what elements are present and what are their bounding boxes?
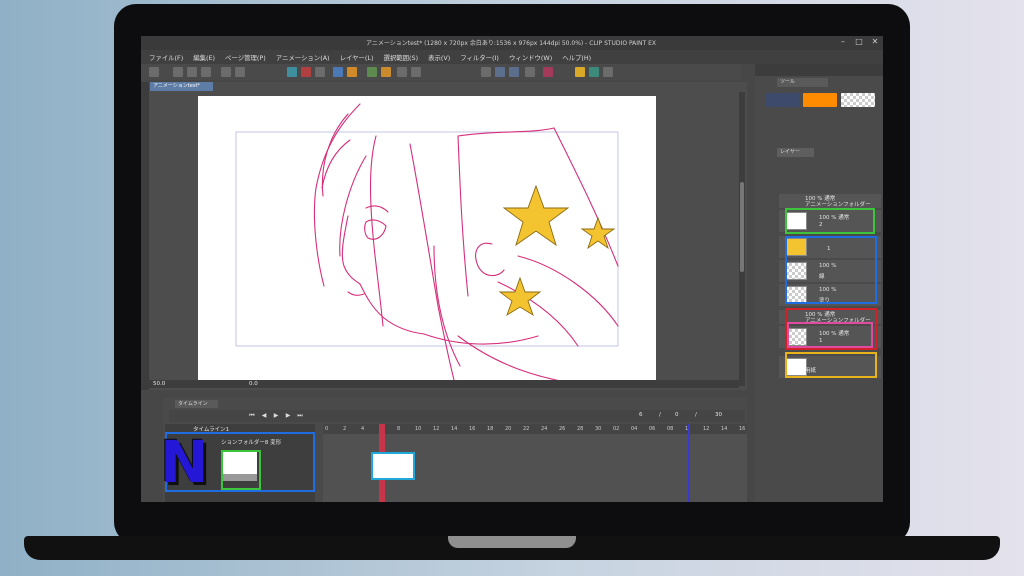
close-icon[interactable]: ✕ — [871, 38, 879, 46]
panel-header — [755, 64, 883, 76]
command-bar — [141, 64, 741, 80]
zoom-value[interactable]: 50.0 — [153, 381, 165, 387]
timeline-controls: ⏮ ◀ ▶ ▶ ⏭ 6 / 0 / 30 — [169, 410, 745, 422]
highlight-green — [785, 208, 875, 234]
panel-icon-2[interactable] — [589, 67, 599, 77]
main-color-swatch[interactable] — [765, 93, 799, 107]
timeline-tab[interactable]: タイムライン — [175, 400, 218, 408]
last-frame-icon[interactable]: ⏭ — [297, 413, 303, 419]
new-file-icon[interactable] — [149, 67, 159, 77]
layer-icon-3[interactable] — [397, 67, 407, 77]
end-marker — [688, 424, 690, 502]
menu-file[interactable]: ファイル(F) — [149, 53, 183, 62]
window-title: アニメーションtest* (1280 x 720px 余白あり:1536 x 9… — [365, 40, 657, 47]
layer-icon-4[interactable] — [411, 67, 421, 77]
menu-edit[interactable]: 編集(E) — [193, 53, 215, 62]
rotation-value[interactable]: 0.0 — [249, 381, 258, 387]
menu-selection[interactable]: 選択範囲(S) — [383, 53, 418, 62]
menu-window[interactable]: ウィンドウ(W) — [509, 53, 552, 62]
first-frame-icon[interactable]: ⏮ — [249, 413, 255, 419]
menu-filter[interactable]: フィルター(I) — [460, 53, 499, 62]
snap-icon-2[interactable] — [495, 67, 505, 77]
timeline-panel: タイムライン ⏮ ◀ ▶ ▶ ⏭ 6 / 0 / 30 タイムライン1 ションフ… — [163, 398, 747, 502]
fill-icon[interactable] — [347, 67, 357, 77]
right-panel: ツール レイヤー 100 % 通常 アニメーションフォルダー 100 % 通常 … — [755, 64, 883, 502]
document-tab[interactable]: アニメーションtest* — [150, 82, 213, 91]
sub-color-swatch[interactable] — [803, 93, 837, 107]
menu-animation[interactable]: アニメーション(A) — [276, 53, 330, 62]
maximize-icon[interactable]: □ — [855, 38, 863, 46]
frame-ruler: 0 2 4 6 8 10 12 14 16 18 20 22 24 26 28 … — [323, 424, 747, 434]
copy-icon[interactable] — [315, 67, 325, 77]
highlight-pink — [787, 322, 873, 348]
menu-view[interactable]: 表示(V) — [428, 53, 450, 62]
sketch-drawing — [235, 103, 619, 385]
menu-page[interactable]: ページ管理(P) — [225, 53, 266, 62]
panel-icon-3[interactable] — [603, 67, 613, 77]
tool-strip — [141, 82, 149, 390]
layer-icon-1[interactable] — [367, 67, 377, 77]
canvas-scrollbar[interactable] — [739, 92, 745, 386]
open-icon[interactable] — [173, 67, 183, 77]
logo-overlay: N — [160, 428, 209, 496]
timeline-grid[interactable]: 0 2 4 6 8 10 12 14 16 18 20 22 24 26 28 … — [323, 424, 747, 502]
undo-icon[interactable] — [221, 67, 231, 77]
title-bar: アニメーションtest* (1280 x 720px 余白あり:1536 x 9… — [141, 36, 883, 50]
next-frame-icon[interactable]: ▶ — [285, 413, 291, 419]
laptop-notch — [448, 536, 576, 548]
cut-icon[interactable] — [301, 67, 311, 77]
highlight-yellow — [785, 352, 877, 378]
canvas-area: アニメーションtest* — [141, 82, 747, 390]
minimize-icon[interactable]: – — [839, 38, 847, 46]
print-icon[interactable] — [201, 67, 211, 77]
paste-icon[interactable] — [333, 67, 343, 77]
snap-icon-3[interactable] — [509, 67, 519, 77]
play-icon[interactable]: ▶ — [273, 413, 279, 419]
color-icon[interactable] — [543, 67, 553, 77]
status-bar — [149, 380, 739, 388]
menu-layer[interactable]: レイヤー(L) — [340, 53, 374, 62]
layer-icon-2[interactable] — [381, 67, 391, 77]
clear-icon[interactable] — [287, 67, 297, 77]
app-window: アニメーションtest* (1280 x 720px 余白あり:1536 x 9… — [141, 36, 883, 502]
transparent-swatch[interactable] — [841, 93, 875, 107]
prev-frame-icon[interactable]: ◀ — [261, 413, 267, 419]
save-icon[interactable] — [187, 67, 197, 77]
layer-row-folder-2[interactable]: 100 % 通常 アニメーションフォルダー — [779, 194, 881, 208]
menu-help[interactable]: ヘルプ(H) — [562, 53, 591, 62]
panel-icon-1[interactable] — [575, 67, 585, 77]
tool-tab[interactable]: ツール — [777, 78, 828, 87]
snap-icon-1[interactable] — [481, 67, 491, 77]
ruler-icon[interactable] — [525, 67, 535, 77]
keyframe-cell[interactable] — [371, 452, 415, 480]
canvas-paper[interactable] — [198, 96, 656, 386]
layer-tab[interactable]: レイヤー — [777, 148, 814, 157]
track-highlight-green — [221, 450, 261, 490]
highlight-blue — [785, 236, 877, 304]
menu-bar: ファイル(F) 編集(E) ページ管理(P) アニメーション(A) レイヤー(L… — [141, 50, 883, 64]
redo-icon[interactable] — [235, 67, 245, 77]
